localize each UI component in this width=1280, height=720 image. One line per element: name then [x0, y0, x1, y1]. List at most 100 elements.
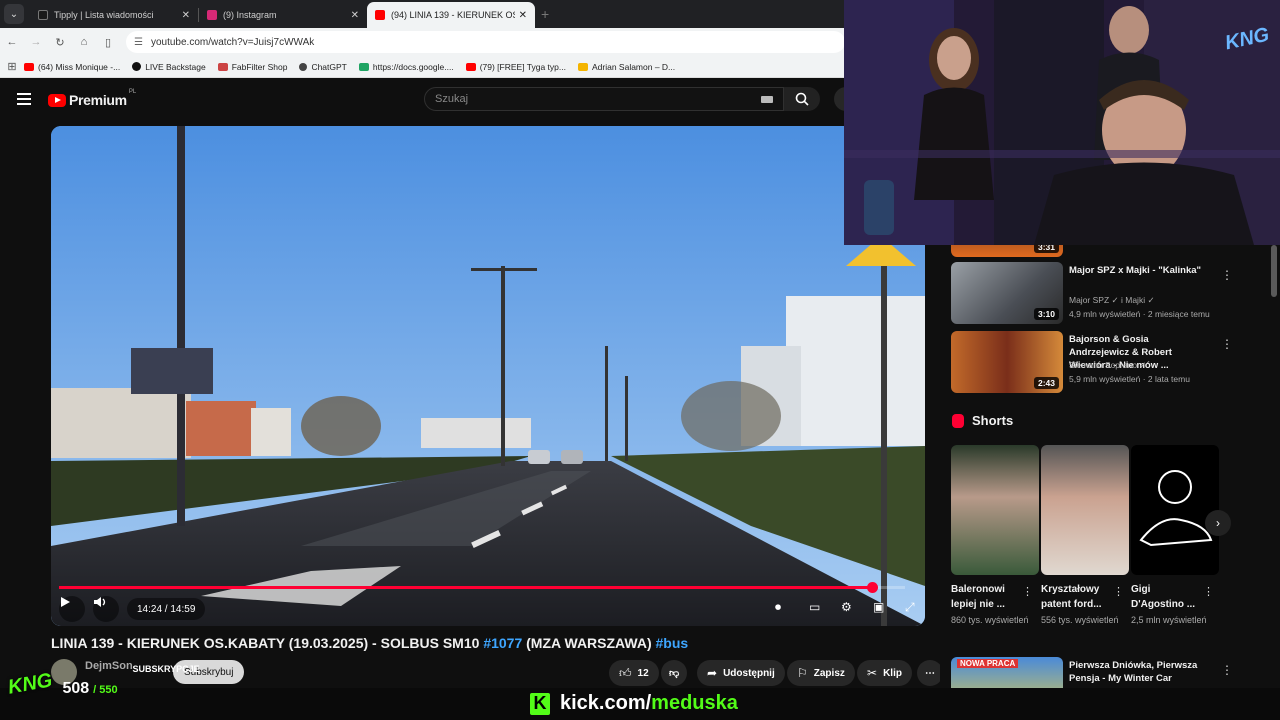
webcam-overlay	[844, 0, 1280, 245]
bookmark-item[interactable]: (64) Miss Monique -...	[24, 62, 120, 72]
short-title: Gigi D'Agostino ...	[1131, 584, 1196, 610]
fullscreen-icon[interactable]: ⤢	[905, 600, 915, 615]
reload-icon[interactable]: ↻	[48, 36, 72, 49]
site-info-icon[interactable]: ☰	[134, 37, 143, 48]
screen: ⌄ Tipply | Lista wiadomości ✕ (9) Instag…	[0, 0, 1280, 720]
tab-instagram[interactable]: (9) Instagram ✕	[199, 2, 367, 28]
recommendation-item[interactable]: 3:10 Major SPZ x Majki - "Kalinka" Major…	[951, 262, 1233, 324]
close-tab-icon[interactable]: ✕	[351, 10, 359, 21]
kick-channel-banner: K kick.com/ meduska	[530, 692, 738, 715]
short-views: 556 tys. wyświetleń	[1041, 615, 1119, 625]
chatgpt-bookmark-icon	[299, 62, 308, 71]
tipply-favicon-icon	[38, 10, 48, 20]
save-button[interactable]: ⚐ Zapisz	[787, 660, 855, 686]
recommendation-title: Pierwsza Dniówka, Pierwsza Pensja - My W…	[1069, 660, 1198, 684]
search-placeholder: Szukaj	[435, 93, 469, 105]
bookmark-icon: ⚐	[797, 666, 808, 680]
shorts-heading: Shorts	[952, 413, 1013, 428]
autoplay-toggle[interactable]: ⏺	[775, 600, 781, 615]
cartoon-drawing	[1139, 470, 1213, 547]
video-player[interactable]: 14:24 / 14:59 ⏺ ▭ ⚙ ▣ ⤢	[51, 126, 925, 626]
volume-button[interactable]	[93, 596, 119, 622]
menu-icon[interactable]	[17, 93, 31, 105]
thumbnail-caption: NOWA PRACA	[957, 659, 1019, 668]
close-tab-icon[interactable]: ✕	[182, 10, 190, 21]
recommendation-item[interactable]: 2:43 Bajorson & Gosia Andrzejewicz & Rob…	[951, 331, 1233, 393]
address-bar[interactable]: ☰ youtube.com/watch?v=Juisj7cWWAk	[126, 31, 845, 53]
short-views: 860 tys. wyświetleń	[951, 615, 1029, 625]
bookmark-item[interactable]: (79) [FREE] Tyga typ...	[465, 62, 566, 72]
youtube-bookmark-icon	[465, 62, 476, 71]
like-button[interactable]: 👍︎ 12	[609, 660, 659, 686]
bookmark-item[interactable]: ChatGPT	[299, 62, 347, 72]
more-options-icon[interactable]: ⋮	[1022, 585, 1033, 598]
recommendation-meta: 4,9 mln wyświetleń · 2 miesiące temu	[1069, 309, 1210, 319]
like-count: 12	[637, 667, 649, 679]
video-progress-bar[interactable]	[59, 582, 905, 593]
bookmark-item[interactable]: LIVE Backstage	[132, 62, 206, 72]
play-icon	[61, 597, 70, 607]
clip-button[interactable]: ✂ Klip	[857, 660, 912, 686]
dislike-button[interactable]: 👎︎	[661, 660, 688, 686]
url-text: youtube.com/watch?v=Juisj7cWWAk	[150, 36, 315, 48]
miniplayer-icon[interactable]: ▣	[873, 600, 884, 614]
youtube-play-logo-icon	[48, 93, 66, 107]
kick-domain: kick.com/	[560, 692, 652, 714]
volume-icon	[94, 597, 106, 607]
scrubber-handle[interactable]	[867, 582, 878, 593]
fabfilter-bookmark-icon	[217, 62, 228, 71]
video-title: LINIA 139 - KIERUNEK OS.KABATY (19.03.20…	[51, 635, 689, 651]
home-icon[interactable]: ⌂	[72, 36, 96, 48]
close-tab-icon[interactable]: ✕	[519, 10, 527, 21]
keyboard-icon[interactable]	[761, 96, 773, 103]
shorts-next-button[interactable]: ›	[1205, 510, 1231, 536]
short-thumbnail[interactable]	[1041, 445, 1129, 575]
new-tab-button[interactable]: +	[541, 6, 549, 22]
youtube-premium-logo[interactable]: Premium PL	[48, 89, 136, 108]
back-icon[interactable]: ←	[0, 36, 24, 48]
kick-logo-icon: K	[530, 692, 550, 715]
split-view-icon[interactable]: ▯	[96, 36, 120, 49]
short-thumbnail[interactable]	[951, 445, 1039, 575]
drive-bookmark-icon	[577, 62, 588, 71]
sidebar-scrollbar[interactable]	[1271, 245, 1277, 297]
hashtag-link[interactable]: #1077	[483, 635, 522, 651]
subtitles-icon[interactable]: ▭	[809, 600, 820, 614]
settings-gear-icon[interactable]: ⚙	[841, 600, 852, 614]
more-options-icon[interactable]: ⋮	[1221, 337, 1233, 351]
search-input[interactable]: Szukaj	[424, 87, 784, 111]
kick-channel-name: meduska	[651, 692, 738, 714]
more-options-icon[interactable]: ⋮	[1113, 585, 1124, 598]
short-title: Baleronowi lepiej nie ...	[951, 584, 1005, 610]
more-icon: ⋯	[925, 667, 935, 679]
short-thumbnail[interactable]	[1131, 445, 1219, 575]
apps-grid-icon[interactable]: ⊞	[0, 60, 24, 73]
play-button[interactable]	[59, 596, 85, 622]
tab-title: (94) LINIA 139 - KIERUNEK OS.KABATY	[391, 10, 515, 20]
bookmark-item[interactable]: Adrian Salamon – D...	[577, 62, 675, 72]
bookmark-item[interactable]: FabFilter Shop	[217, 62, 287, 72]
bookmark-item[interactable]: https://docs.google....	[358, 62, 454, 72]
bookmarks-bar: ⊞ (64) Miss Monique -... LIVE Backstage …	[0, 56, 845, 78]
browser-tab-strip: ⌄ Tipply | Lista wiadomości ✕ (9) Instag…	[0, 0, 845, 28]
hashtag-link[interactable]: #bus	[656, 635, 689, 651]
tab-tipply[interactable]: Tipply | Lista wiadomości ✕	[30, 2, 198, 28]
youtube-bookmark-icon	[24, 62, 34, 71]
sub-goal-separator: /	[93, 684, 97, 696]
video-controls: 14:24 / 14:59 ⏺ ▭ ⚙ ▣ ⤢	[51, 594, 925, 624]
search-button[interactable]	[784, 87, 820, 111]
video-thumbnail: 2:43	[951, 331, 1063, 393]
recommendation-channel: Major SPZ ✓ i Majki ✓	[1069, 295, 1155, 305]
more-options-icon[interactable]: ⋮	[1203, 585, 1214, 598]
kick-bookmark-icon	[132, 62, 142, 71]
tab-youtube[interactable]: (94) LINIA 139 - KIERUNEK OS.KABATY ✕	[367, 2, 535, 28]
share-button[interactable]: ➦ Udostępnij	[697, 660, 785, 686]
tab-search-icon[interactable]: ⌄	[4, 4, 24, 24]
more-options-icon[interactable]: ⋮	[1221, 268, 1233, 282]
duration-badge: 3:10	[1033, 308, 1059, 320]
video-frame	[51, 126, 925, 626]
search-icon	[795, 92, 809, 106]
more-options-icon[interactable]: ⋮	[1221, 663, 1233, 677]
instagram-favicon-icon	[207, 10, 217, 20]
forward-icon[interactable]: →	[24, 36, 48, 48]
